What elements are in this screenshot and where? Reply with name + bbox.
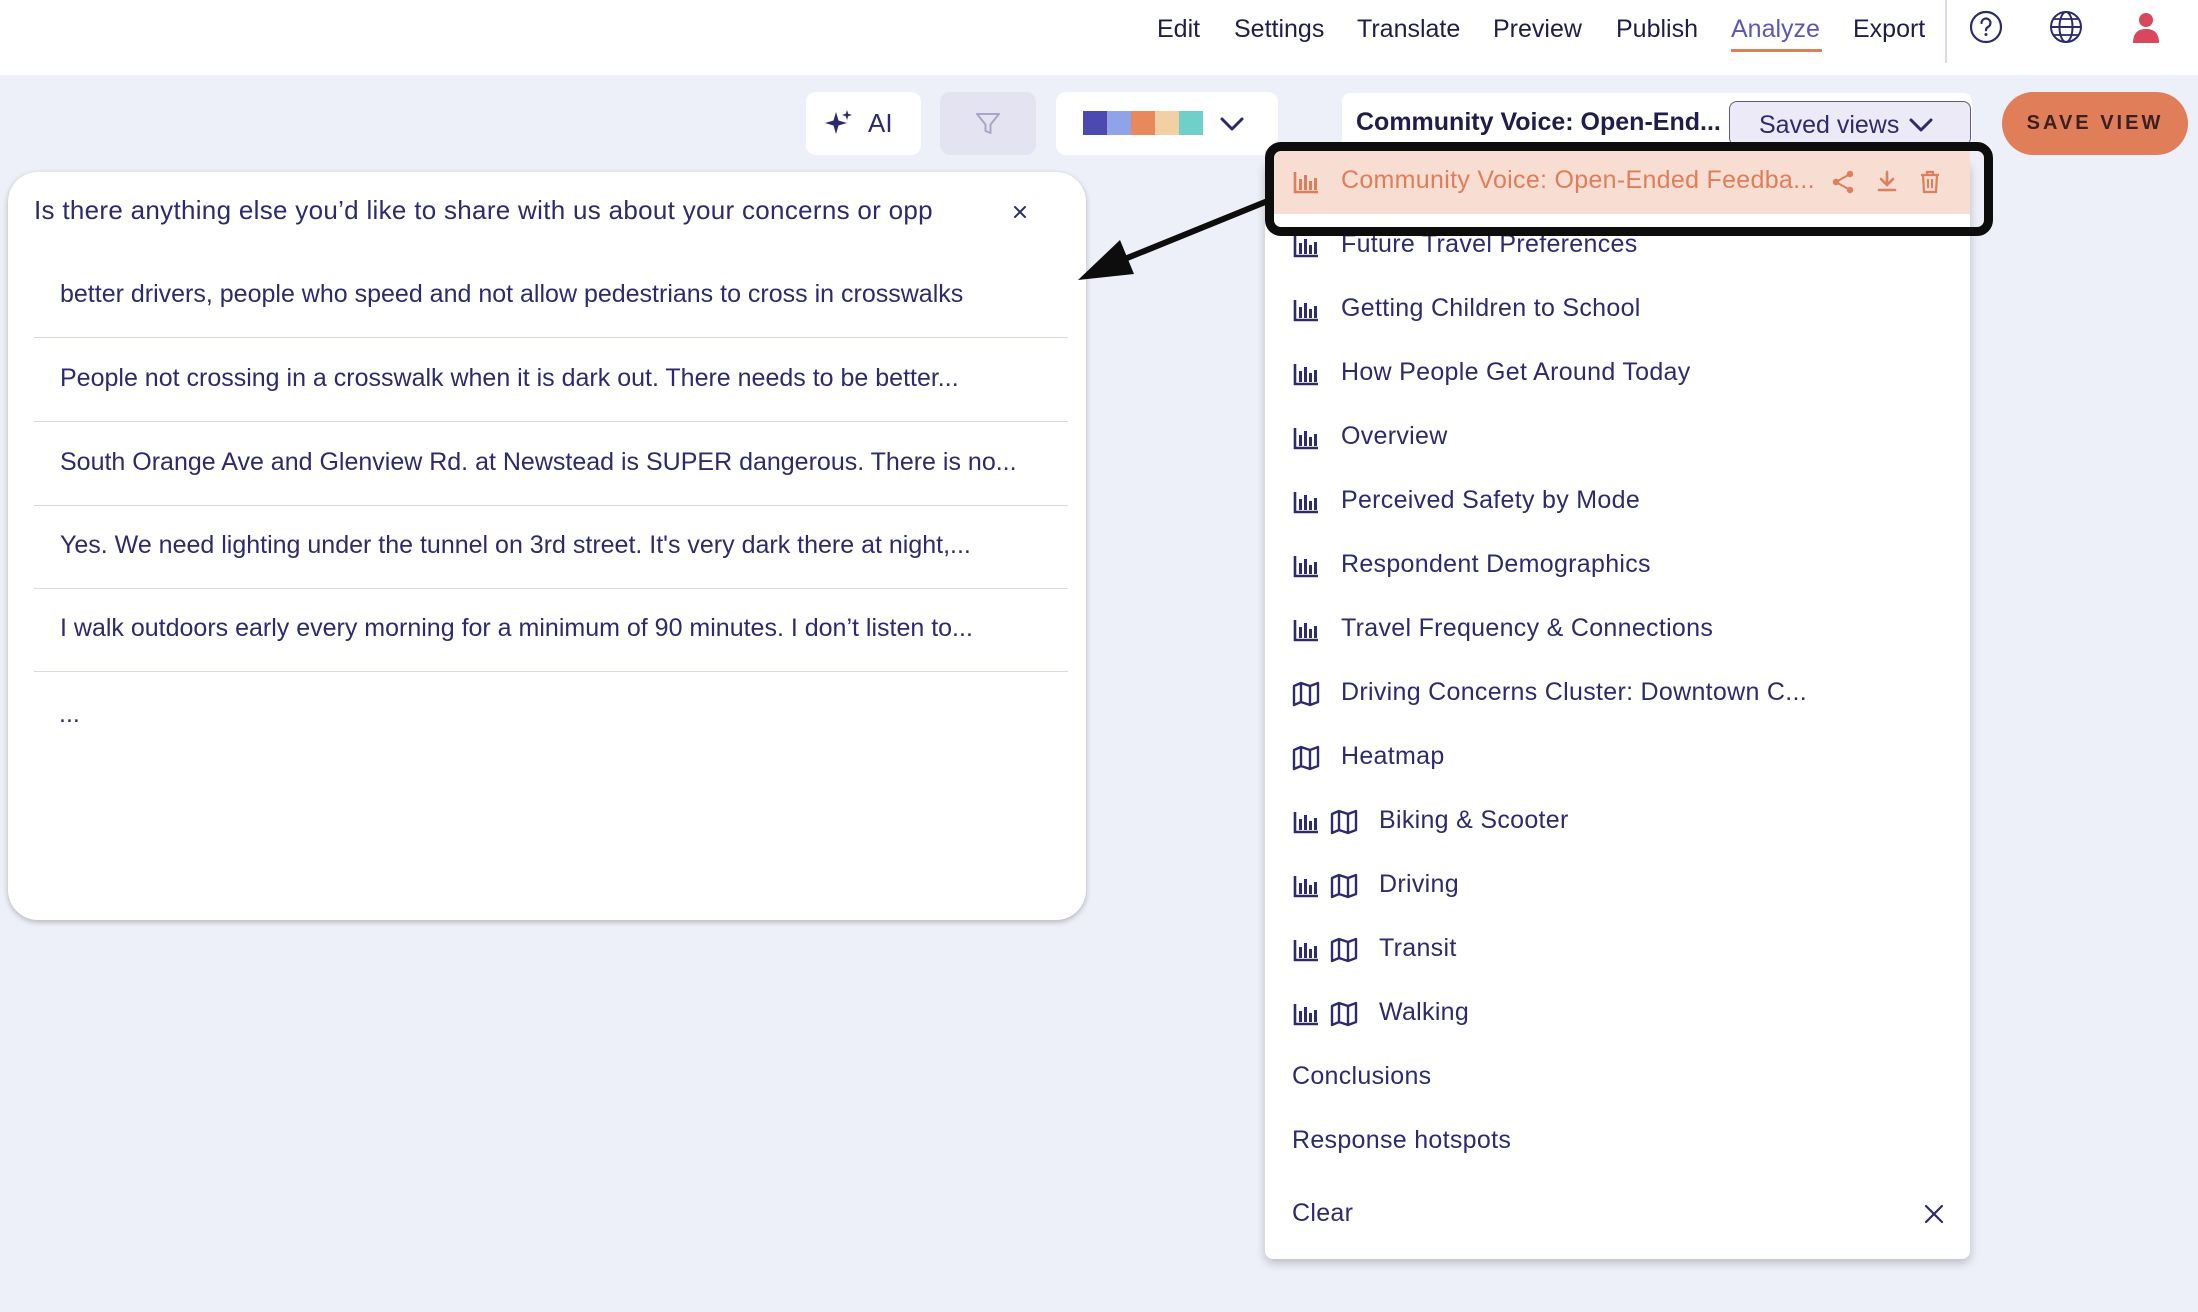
saved-view-item[interactable]: Walking (1265, 982, 1970, 1046)
saved-view-item[interactable]: Heatmap (1265, 726, 1970, 790)
bar-chart-icon (1292, 1001, 1320, 1027)
bar-chart-icon (1292, 489, 1320, 515)
save-view-button[interactable]: SAVE VIEW (2002, 92, 2188, 155)
saved-view-label: Overview (1341, 422, 1448, 450)
bar-chart-icon (1292, 425, 1320, 451)
more-responses-indicator[interactable]: ... (59, 700, 80, 729)
response-text: I walk outdoors early every morning for … (60, 614, 973, 642)
map-icon (1330, 1001, 1358, 1027)
close-icon[interactable] (1921, 1201, 1947, 1227)
annotation-arrow (1078, 197, 1273, 280)
clear-views-item[interactable]: Clear (1265, 1183, 1970, 1247)
current-view-title: Community Voice: Open-End... (1356, 108, 1721, 136)
bar-chart-icon (1292, 873, 1320, 899)
map-icon (1330, 873, 1358, 899)
saved-view-label: Response hotspots (1292, 1126, 1512, 1154)
sparkle-icon (825, 110, 852, 134)
saved-view-item[interactable]: Response hotspots (1265, 1110, 1970, 1174)
response-row[interactable]: better drivers, people who speed and not… (34, 254, 1068, 338)
saved-view-item[interactable]: Getting Children to School (1265, 278, 1970, 342)
nav-export[interactable]: Export (1853, 14, 1925, 44)
palette-swatch (1179, 111, 1203, 135)
question-title: Is there anything else you’d like to sha… (34, 195, 933, 225)
response-row[interactable]: South Orange Ave and Glenview Rd. at New… (34, 422, 1068, 506)
saved-view-label: Respondent Demographics (1341, 550, 1651, 578)
saved-view-item[interactable]: Overview (1265, 406, 1970, 470)
clear-label: Clear (1292, 1199, 1354, 1227)
response-row[interactable]: Yes. We need lighting under the tunnel o… (34, 505, 1068, 589)
top-nav: Edit Settings Translate Preview Publish … (0, 0, 2198, 75)
palette-swatch (1155, 111, 1179, 135)
saved-view-label: Biking & Scooter (1379, 806, 1569, 834)
saved-view-item[interactable]: Transit (1265, 918, 1970, 982)
saved-views-label: Saved views (1759, 111, 1900, 139)
highlight-annotation-box (1265, 142, 1993, 236)
response-text: South Orange Ave and Glenview Rd. at New… (60, 448, 1017, 476)
palette-swatch (1107, 111, 1131, 135)
map-icon (1292, 681, 1320, 707)
saved-view-item[interactable]: Travel Frequency & Connections (1265, 598, 1970, 662)
saved-views-menu: Community Voice: Open-Ended Feedba... Fut… (1265, 150, 1970, 1259)
saved-view-label: Driving (1379, 870, 1459, 898)
saved-view-label: Transit (1379, 934, 1457, 962)
saved-view-label: Getting Children to School (1341, 294, 1641, 322)
saved-view-item[interactable]: Perceived Safety by Mode (1265, 470, 1970, 534)
saved-view-label: Walking (1379, 998, 1470, 1026)
close-icon[interactable] (1004, 196, 1036, 228)
map-icon (1292, 745, 1320, 771)
response-text: better drivers, people who speed and not… (60, 280, 964, 308)
saved-view-label: Perceived Safety by Mode (1341, 486, 1641, 514)
palette-swatch (1083, 111, 1107, 135)
saved-view-item[interactable]: Driving (1265, 854, 1970, 918)
saved-view-label: How People Get Around Today (1341, 358, 1691, 386)
nav-translate[interactable]: Translate (1357, 14, 1460, 44)
nav-divider (1945, 0, 1947, 63)
response-text: People not crossing in a crosswalk when … (60, 364, 959, 392)
globe-icon[interactable] (2048, 9, 2084, 45)
chevron-down-icon (1220, 117, 1244, 131)
saved-views-dropdown[interactable]: Saved views (1729, 101, 1971, 146)
bar-chart-icon (1292, 361, 1320, 387)
chevron-down-icon (1909, 118, 1933, 132)
map-icon (1330, 937, 1358, 963)
saved-view-item[interactable]: Conclusions (1265, 1046, 1970, 1110)
saved-view-label: Travel Frequency & Connections (1341, 614, 1714, 642)
saved-view-label: Heatmap (1341, 742, 1445, 770)
saved-view-item[interactable]: Respondent Demographics (1265, 534, 1970, 598)
filter-icon (976, 113, 1000, 134)
bar-chart-icon (1292, 809, 1320, 835)
color-palette-dropdown[interactable] (1056, 92, 1278, 155)
bar-chart-icon (1292, 617, 1320, 643)
filter-button[interactable] (940, 92, 1036, 155)
bar-chart-icon (1292, 233, 1320, 259)
saved-view-label: Driving Concerns Cluster: Downtown C... (1341, 678, 1808, 706)
nav-publish[interactable]: Publish (1616, 14, 1698, 44)
response-row[interactable]: People not crossing in a crosswalk when … (34, 338, 1068, 422)
nav-edit[interactable]: Edit (1157, 14, 1200, 44)
bar-chart-icon (1292, 297, 1320, 323)
response-row[interactable]: I walk outdoors early every morning for … (34, 588, 1068, 672)
active-tab-indicator (1731, 49, 1822, 52)
saved-view-label: Conclusions (1292, 1062, 1432, 1090)
nav-analyze[interactable]: Analyze (1731, 14, 1820, 44)
bar-chart-icon (1292, 937, 1320, 963)
help-icon[interactable] (1968, 9, 2004, 45)
map-icon (1330, 809, 1358, 835)
saved-view-item[interactable]: Biking & Scooter (1265, 790, 1970, 854)
user-icon[interactable] (2128, 9, 2164, 45)
nav-settings[interactable]: Settings (1234, 14, 1324, 44)
saved-view-item[interactable]: Driving Concerns Cluster: Downtown C... (1265, 662, 1970, 726)
response-text: Yes. We need lighting under the tunnel o… (60, 531, 971, 559)
ai-button[interactable]: AI (806, 92, 921, 155)
responses-card: Is there anything else you’d like to sha… (8, 172, 1086, 920)
palette-swatch (1131, 111, 1155, 135)
saved-view-item[interactable]: How People Get Around Today (1265, 342, 1970, 406)
bar-chart-icon (1292, 553, 1320, 579)
ai-label: AI (868, 108, 893, 138)
nav-preview[interactable]: Preview (1493, 14, 1582, 44)
